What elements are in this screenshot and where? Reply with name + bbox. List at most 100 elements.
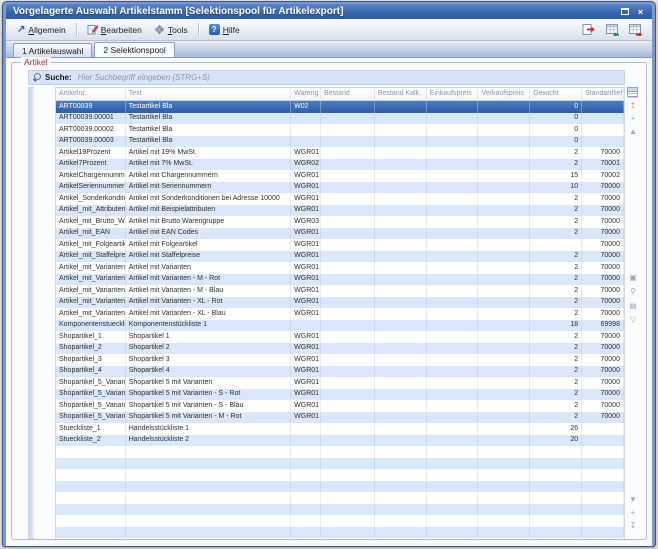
scroll-down-icon[interactable]: ▼ — [625, 495, 641, 505]
table-row[interactable]: Shopartikel_5_VariantenShopartikel 5 mit… — [56, 377, 624, 389]
table-row[interactable]: Artikel_mit_Varianten.004Artikel mit Var… — [56, 285, 624, 297]
restore-icon[interactable] — [618, 6, 631, 17]
menu-item-allgemein[interactable]: ↗Allgemein — [11, 22, 72, 38]
cell-text — [126, 527, 291, 539]
grid-left-gutter — [34, 87, 55, 539]
menu-item-hilfe[interactable]: ?Hilfe — [203, 21, 246, 38]
search-lens-icon[interactable]: ⚲ — [625, 287, 641, 297]
table-row[interactable]: ArtikelChargennummerArtikel mit Chargenn… — [56, 170, 624, 182]
table-row[interactable]: Artikel_mit_VariantenArtikel mit Variant… — [56, 262, 624, 274]
column-header-artikelnr-[interactable]: Artikelnr. — [56, 88, 126, 100]
table-row[interactable]: Artikel_mit_EANArtikel mit EAN CodesWGR0… — [56, 228, 624, 240]
table-row[interactable]: ART00039Testartikel BlaW020 — [56, 101, 624, 113]
menu-item-bearbeiten[interactable]: Bearbeiten — [81, 21, 148, 38]
table-row[interactable]: Stueckliste_2Handelsstückliste 220 — [56, 435, 624, 447]
cell-einkaufspreis — [427, 458, 479, 470]
cell-einkaufspreis — [427, 320, 479, 332]
cell-bestand-kalk- — [375, 423, 427, 435]
cell-bestand — [321, 469, 375, 481]
cell-einkaufspreis — [427, 124, 479, 136]
scroll-up-icon[interactable]: ▲ — [625, 127, 641, 137]
cell-wareng — [291, 124, 321, 136]
table-row[interactable]: Shopartikel_4Shopartikel 4WGR01270000 — [56, 366, 624, 378]
table-row[interactable]: ART00039.00002Testartikel Bla0 — [56, 124, 624, 136]
column-header-einkaufspreis[interactable]: Einkaufspreis — [427, 88, 479, 100]
title-bar[interactable]: Vorgelagerte Auswahl Artikelstamm [Selek… — [6, 4, 652, 19]
table-row[interactable]: Shopartikel_5_Varianten.1Shopartikel 5 m… — [56, 389, 624, 401]
table-row[interactable]: Artikel19ProzentArtikel mit 19% MwSt.WGR… — [56, 147, 624, 159]
insert-row-icon[interactable]: + — [625, 114, 641, 124]
cell-wareng: WGR01 — [291, 205, 321, 217]
cell-bestand-kalk- — [375, 228, 427, 240]
insert-row2-icon[interactable]: + — [625, 508, 641, 518]
cell-artikelnr-: Komponentenstueckliste_1 — [56, 320, 126, 332]
menu-item-tools[interactable]: Tools — [148, 21, 194, 38]
table-row[interactable]: Shopartikel_5_Varianten.2Shopartikel 5 m… — [56, 400, 624, 412]
column-header-bestand[interactable]: Bestand — [321, 88, 375, 100]
cell-wareng — [291, 136, 321, 148]
cell-artikelnr-: ART00039.00002 — [56, 124, 126, 136]
toolbar-separator — [76, 23, 77, 37]
table-row[interactable]: Artikel_mit_StaffelpreiseArtikel mit Sta… — [56, 251, 624, 263]
cell-standardlief — [582, 527, 624, 539]
search-bar[interactable]: Suche: — [28, 70, 625, 85]
table-row[interactable]: ArtikelSeriennummerArtikel mit Seriennum… — [56, 182, 624, 194]
cell-artikelnr-: ART00039.00003 — [56, 136, 126, 148]
cell-standardlief — [582, 113, 624, 125]
tab-selektionspool[interactable]: 2 Selektionspool — [94, 42, 174, 57]
cell-verkaufspreis — [478, 193, 530, 205]
column-chooser-icon[interactable] — [627, 87, 638, 97]
column-header-verkaufspreis[interactable]: Verkaufspreis — [478, 88, 530, 100]
pool-remove-button[interactable] — [626, 21, 645, 38]
table-row[interactable]: Artikel_mit_Brutto_WGRArtikel mit Brutto… — [56, 216, 624, 228]
cell-bestand-kalk- — [375, 308, 427, 320]
menu-items: ↗Allgemein BearbeitenTools ?Hilfe — [11, 21, 246, 38]
scroll-bottom-icon[interactable]: ↧ — [625, 521, 641, 531]
column-header-gewicht[interactable]: Gewicht — [530, 88, 582, 100]
column-header-standardlief[interactable]: Standardlief — [582, 88, 624, 100]
tab-artikelauswahl[interactable]: 1 Artikelauswahl — [13, 43, 92, 57]
table-row[interactable]: Artikel_mit_AttributenArtikel mit Beispi… — [56, 205, 624, 217]
table-row[interactable]: Artikel_mit_Varianten.006Artikel mit Var… — [56, 308, 624, 320]
close-icon[interactable]: × — [634, 6, 647, 17]
filter-icon[interactable]: ▽ — [625, 315, 641, 325]
info-card-icon[interactable]: ▣ — [625, 273, 641, 283]
table-row[interactable]: Shopartikel_2Shopartikel 2WGR01270000 — [56, 343, 624, 355]
cell-bestand — [321, 481, 375, 493]
cell-bestand-kalk- — [375, 124, 427, 136]
table-row[interactable]: Artikel_SonderkonditionenArtikel mit Son… — [56, 193, 624, 205]
cell-einkaufspreis — [427, 366, 479, 378]
list-view-icon[interactable]: ▤ — [625, 301, 641, 311]
exit-button[interactable] — [580, 21, 599, 38]
pool-add-button[interactable] — [603, 21, 622, 38]
cell-text: Handelsstückliste 1 — [126, 423, 291, 435]
table-green-arrow-icon — [605, 23, 620, 36]
column-header-wareng[interactable]: Wareng — [291, 88, 321, 100]
table-row[interactable]: Artikel7ProzentArtikel mit 7% MwSt.WGR02… — [56, 159, 624, 171]
table-row[interactable]: Artikel_mit_Varianten.003Artikel mit Var… — [56, 274, 624, 286]
cell-bestand-kalk- — [375, 136, 427, 148]
table-row[interactable]: Stueckliste_1Handelsstückliste 126 — [56, 423, 624, 435]
cell-bestand-kalk- — [375, 262, 427, 274]
table-row[interactable]: ART00039.00003Testartikel Bla0 — [56, 136, 624, 148]
cell-gewicht — [530, 515, 582, 527]
cell-verkaufspreis — [478, 515, 530, 527]
table-row[interactable]: Komponentenstueckliste_1Komponentenstück… — [56, 320, 624, 332]
cell-gewicht: 2 — [530, 216, 582, 228]
cell-bestand — [321, 205, 375, 217]
table-row[interactable]: Artikel_mit_FolgeartikelArtikel mit Folg… — [56, 239, 624, 251]
cell-gewicht: 2 — [530, 331, 582, 343]
table-row[interactable]: ART00039.00001Testartikel Bla0 — [56, 113, 624, 125]
table-row[interactable]: Shopartikel_5_Varianten.3Shopartikel 5 m… — [56, 412, 624, 424]
scroll-top-icon[interactable]: ↥ — [625, 101, 641, 111]
search-input[interactable] — [76, 72, 620, 83]
column-header-text[interactable]: Text — [126, 88, 291, 100]
cell-wareng — [291, 504, 321, 516]
table-row[interactable]: Artikel_mit_Varianten.005Artikel mit Var… — [56, 297, 624, 309]
table-row[interactable]: Shopartikel_1Shopartikel 1WGR01270000 — [56, 331, 624, 343]
column-header-bestand-kalk-[interactable]: Bestand Kalk. — [375, 88, 427, 100]
cell-text: Artikel mit Varianten - XL - Rot — [126, 297, 291, 309]
cell-bestand — [321, 515, 375, 527]
cell-gewicht: 18 — [530, 320, 582, 332]
table-row[interactable]: Shopartikel_3Shopartikel 3WGR01270000 — [56, 354, 624, 366]
